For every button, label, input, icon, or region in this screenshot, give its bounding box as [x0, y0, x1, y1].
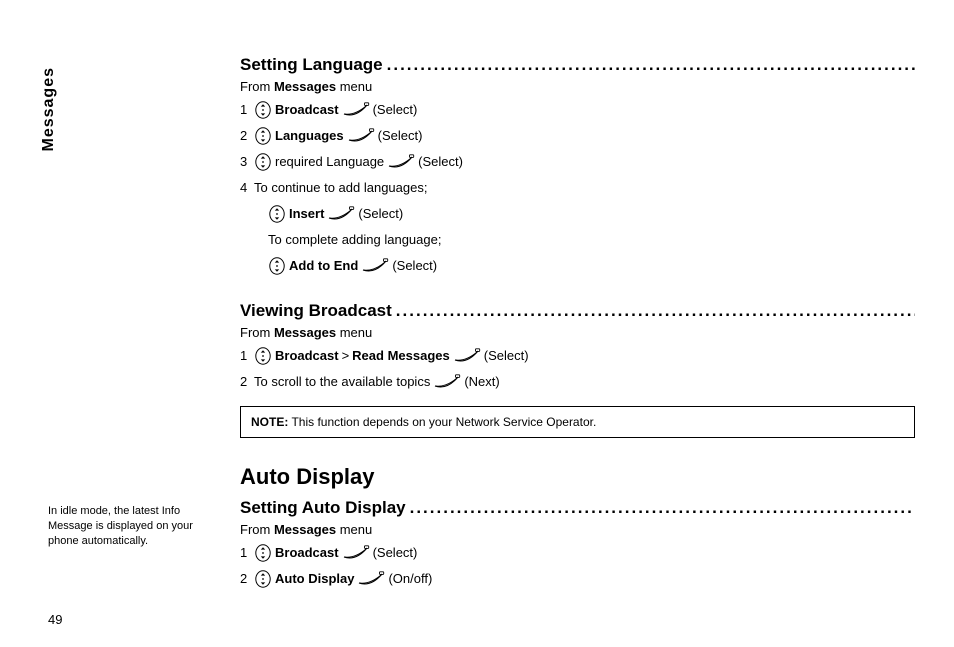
softkey-icon [342, 545, 370, 560]
step-row: 1 Broadcast (Select) [240, 99, 915, 120]
leader-dots: ........................................… [410, 498, 915, 518]
steps-viewing-broadcast: 1 Broadcast > Read Messages (Select) 2 T… [240, 345, 915, 392]
from-prefix: From [240, 79, 274, 94]
softkey-icon [387, 154, 415, 169]
from-line: From Messages menu [240, 79, 915, 94]
step-action: (Select) [373, 542, 418, 563]
softkey-icon [433, 374, 461, 389]
step-number: 3 [240, 151, 254, 172]
softkey-icon [453, 348, 481, 363]
from-menu-name: Messages [274, 325, 336, 340]
step-number: 2 [240, 125, 254, 146]
step-row-indent: Add to End (Select) [240, 255, 915, 276]
step-row: 1 Broadcast (Select) [240, 542, 915, 563]
step-label: Add to End [289, 255, 358, 276]
step-action: (Select) [358, 203, 403, 224]
step-row: 1 Broadcast > Read Messages (Select) [240, 345, 915, 366]
step-row: 3 required Language (Select) [240, 151, 915, 172]
nav-icon [254, 127, 272, 145]
step-action: (Select) [378, 125, 423, 146]
step-mid-text: required Language [275, 151, 384, 172]
nav-icon [254, 153, 272, 171]
step-text: To complete adding language; [268, 229, 441, 250]
step-label: Broadcast [275, 345, 339, 366]
nav-icon [254, 570, 272, 588]
heading-text: Setting Language [240, 55, 383, 75]
step-action: (Select) [484, 345, 529, 366]
step-number: 1 [240, 542, 254, 563]
steps-setting-auto-display: 1 Broadcast (Select) 2 Auto Display (On/… [240, 542, 915, 589]
step-label: Read Messages [352, 345, 450, 366]
leader-dots: ........................................… [396, 301, 915, 321]
softkey-icon [361, 258, 389, 273]
step-row: 2 Languages (Select) [240, 125, 915, 146]
page-number: 49 [48, 612, 62, 627]
nav-icon [268, 257, 286, 275]
step-number: 4 [240, 177, 254, 198]
main-content: Setting Language .......................… [240, 55, 915, 594]
softkey-icon [357, 571, 385, 586]
step-action: (Select) [392, 255, 437, 276]
from-prefix: From [240, 522, 274, 537]
page: Messages In idle mode, the latest Info M… [0, 0, 954, 647]
section-tab-label: Messages [40, 67, 58, 152]
heading-setting-language: Setting Language .......................… [240, 55, 915, 75]
from-line: From Messages menu [240, 522, 915, 537]
from-menu-name: Messages [274, 79, 336, 94]
step-label: Broadcast [275, 99, 339, 120]
step-sep: > [342, 345, 350, 366]
step-number: 1 [240, 99, 254, 120]
steps-setting-language: 1 Broadcast (Select) 2 Languages (Select… [240, 99, 915, 276]
softkey-icon [342, 102, 370, 117]
softkey-icon [347, 128, 375, 143]
step-label: Languages [275, 125, 344, 146]
step-action: (Select) [373, 99, 418, 120]
nav-icon [254, 544, 272, 562]
step-row: 4 To continue to add languages; [240, 177, 915, 198]
margin-note: In idle mode, the latest Info Message is… [48, 504, 206, 549]
step-label: Broadcast [275, 542, 339, 563]
from-line: From Messages menu [240, 325, 915, 340]
heading-text: Viewing Broadcast [240, 301, 392, 321]
step-label: Auto Display [275, 568, 354, 589]
step-number: 1 [240, 345, 254, 366]
step-number: 2 [240, 371, 254, 392]
from-suffix: menu [336, 522, 372, 537]
from-prefix: From [240, 325, 274, 340]
softkey-icon [327, 206, 355, 221]
nav-icon [254, 101, 272, 119]
nav-icon [268, 205, 286, 223]
heading-viewing-broadcast: Viewing Broadcast ......................… [240, 301, 915, 321]
nav-icon [254, 347, 272, 365]
side-margin-bg [22, 0, 205, 314]
step-text: To scroll to the available topics [254, 371, 430, 392]
step-row-indent: Insert (Select) [240, 203, 915, 224]
leader-dots: ........................................… [387, 55, 915, 75]
step-row-indent: To complete adding language; [240, 229, 915, 250]
step-row: 2 Auto Display (On/off) [240, 568, 915, 589]
heading-auto-display: Auto Display [240, 464, 915, 490]
step-label: Insert [289, 203, 324, 224]
from-menu-name: Messages [274, 522, 336, 537]
note-text: This function depends on your Network Se… [288, 415, 596, 429]
note-label: NOTE: [251, 415, 288, 429]
step-number: 2 [240, 568, 254, 589]
heading-setting-auto-display: Setting Auto Display ...................… [240, 498, 915, 518]
heading-text: Setting Auto Display [240, 498, 406, 518]
note-box: NOTE: This function depends on your Netw… [240, 406, 915, 438]
step-row: 2 To scroll to the available topics (Nex… [240, 371, 915, 392]
step-action: (On/off) [388, 568, 432, 589]
step-text: To continue to add languages; [254, 177, 427, 198]
from-suffix: menu [336, 79, 372, 94]
step-action: (Select) [418, 151, 463, 172]
step-action: (Next) [464, 371, 499, 392]
from-suffix: menu [336, 325, 372, 340]
